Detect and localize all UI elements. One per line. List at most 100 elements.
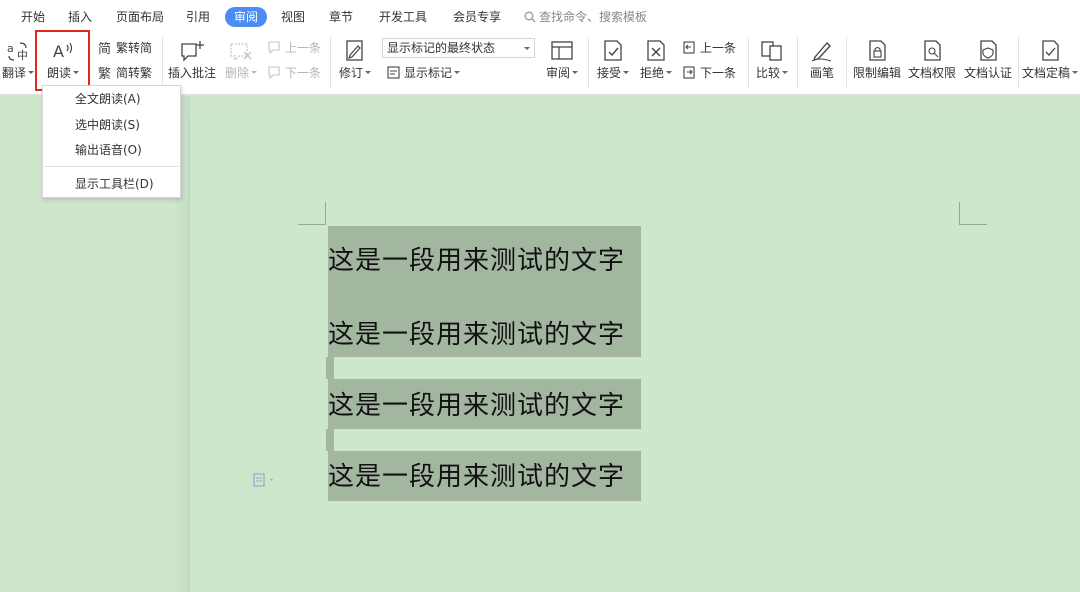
doc-certify-label: 文档认证 bbox=[963, 66, 1012, 80]
svg-text:繁: 繁 bbox=[98, 66, 111, 80]
tab-references[interactable]: 引用 bbox=[186, 9, 210, 25]
show-markup-label: 显示标记 bbox=[404, 66, 453, 80]
search-icon bbox=[524, 11, 536, 23]
restrict-edit-button[interactable]: 限制编辑 bbox=[851, 37, 903, 89]
doc-certify-button[interactable]: 文档认证 bbox=[962, 37, 1014, 89]
chevron-down-icon bbox=[623, 71, 629, 74]
revise-label: 修订 bbox=[338, 66, 363, 80]
read-aloud-highlight bbox=[35, 30, 90, 91]
simp-to-trad-button[interactable]: 繁简转繁 bbox=[98, 64, 152, 82]
review-pane-button[interactable]: 审阅 bbox=[543, 37, 581, 89]
next-change-icon bbox=[683, 66, 695, 79]
menu-item-export-audio[interactable]: 输出语音(O) bbox=[75, 142, 142, 158]
text-selection bbox=[326, 429, 334, 451]
translate-button[interactable]: a中 翻译 bbox=[2, 37, 35, 89]
tab-page-layout[interactable]: 页面布局 bbox=[116, 9, 164, 25]
lock-document-icon bbox=[869, 40, 886, 61]
tab-member[interactable]: 会员专享 bbox=[453, 9, 501, 25]
insert-comment-icon bbox=[181, 41, 204, 62]
document-paragraph[interactable]: 这是一段用来测试的文字 bbox=[328, 246, 625, 276]
reject-button[interactable]: 拒绝 bbox=[638, 37, 674, 89]
next-change-label: 下一条 bbox=[700, 66, 737, 80]
track-changes-button[interactable]: 修订 bbox=[336, 37, 374, 89]
command-search[interactable]: 查找命令、搜索模板 bbox=[524, 9, 647, 25]
doc-finalize-label: 文档定稿 bbox=[1022, 66, 1071, 80]
doc-permission-button[interactable]: 文档权限 bbox=[906, 37, 958, 89]
simp-trad-icon: 繁 bbox=[98, 66, 111, 80]
prev-comment-button[interactable]: 上一条 bbox=[267, 39, 321, 57]
doc-permission-icon bbox=[924, 40, 941, 61]
ribbon-divider bbox=[846, 37, 847, 89]
restrict-edit-label: 限制编辑 bbox=[852, 66, 901, 80]
next-comment-button[interactable]: 下一条 bbox=[267, 64, 321, 82]
tab-start[interactable]: 开始 bbox=[21, 9, 45, 25]
chevron-down-icon bbox=[251, 71, 257, 74]
show-markup-button[interactable]: 显示标记 bbox=[386, 64, 461, 82]
next-change-button[interactable]: 下一条 bbox=[682, 64, 736, 82]
prev-change-button[interactable]: 上一条 bbox=[682, 39, 736, 57]
read-aloud-dropdown: 全文朗读(A) 选中朗读(S) 输出语音(O) 显示工具栏(D) bbox=[42, 85, 181, 198]
tab-view[interactable]: 视图 bbox=[281, 9, 305, 25]
svg-text:中: 中 bbox=[17, 49, 28, 62]
tab-insert[interactable]: 插入 bbox=[68, 9, 92, 25]
accept-label: 接受 bbox=[596, 66, 621, 80]
crop-mark bbox=[959, 224, 987, 225]
prev-change-label: 上一条 bbox=[700, 41, 737, 55]
markup-mode-value: 显示标记的最终状态 bbox=[387, 41, 496, 55]
menu-item-show-toolbar[interactable]: 显示工具栏(D) bbox=[75, 176, 154, 192]
delete-comment-icon bbox=[230, 43, 252, 62]
tab-section[interactable]: 章节 bbox=[329, 9, 353, 25]
paste-options-icon bbox=[253, 473, 273, 487]
pen-button[interactable]: 画笔 bbox=[804, 37, 840, 89]
crop-mark bbox=[298, 224, 326, 225]
translate-icon: a中 bbox=[7, 42, 28, 62]
chevron-down-icon bbox=[782, 71, 788, 74]
ribbon-divider bbox=[748, 37, 749, 89]
chevron-down-icon bbox=[454, 71, 461, 74]
track-changes-icon bbox=[346, 40, 363, 61]
ribbon-divider bbox=[588, 37, 589, 89]
markup-mode-select[interactable]: 显示标记的最终状态 bbox=[382, 38, 535, 58]
document-paragraph[interactable]: 这是一段用来测试的文字 bbox=[328, 462, 625, 492]
chevron-down-icon bbox=[572, 71, 578, 74]
delete-comment-button[interactable]: 删除 bbox=[222, 37, 260, 89]
doc-permission-label: 文档权限 bbox=[907, 66, 956, 80]
pen-label: 画笔 bbox=[809, 66, 834, 80]
doc-certify-icon bbox=[980, 40, 997, 61]
crop-mark bbox=[959, 202, 960, 225]
document-paragraph[interactable]: 这是一段用来测试的文字 bbox=[328, 320, 625, 350]
menu-tab-bar: 开始 插入 页面布局 引用 审阅 视图 章节 开发工具 会员专享 查找命令、搜索… bbox=[0, 0, 1080, 33]
trad-simp-icon: 简 bbox=[98, 41, 111, 55]
ribbon-divider bbox=[1018, 37, 1019, 89]
menu-item-read-selection[interactable]: 选中朗读(S) bbox=[75, 117, 140, 133]
tab-developer[interactable]: 开发工具 bbox=[379, 9, 427, 25]
trad-to-simp-button[interactable]: 简繁转简 bbox=[98, 39, 152, 57]
tab-review[interactable]: 审阅 bbox=[225, 7, 268, 27]
pen-icon bbox=[811, 42, 832, 62]
document-paragraph[interactable]: 这是一段用来测试的文字 bbox=[328, 391, 625, 421]
compare-button[interactable]: 比较 bbox=[754, 37, 790, 89]
accept-button[interactable]: 接受 bbox=[595, 37, 631, 89]
doc-finalize-button[interactable]: 文档定稿 bbox=[1022, 37, 1079, 89]
prev-comment-icon bbox=[268, 41, 280, 55]
show-markup-icon bbox=[387, 66, 400, 79]
next-comment-icon bbox=[268, 66, 280, 80]
chevron-down-icon bbox=[28, 71, 35, 74]
chevron-down-icon bbox=[524, 47, 530, 50]
reject-icon bbox=[647, 40, 665, 61]
review-label: 审阅 bbox=[545, 66, 570, 80]
compare-label: 比较 bbox=[755, 66, 780, 80]
prev-comment-label: 上一条 bbox=[285, 41, 322, 55]
menu-item-read-all[interactable]: 全文朗读(A) bbox=[75, 91, 141, 107]
prev-change-icon bbox=[683, 41, 695, 54]
translate-label: 翻译 bbox=[2, 66, 27, 80]
compare-icon bbox=[761, 41, 782, 61]
reject-label: 拒绝 bbox=[639, 66, 664, 80]
delete-label: 删除 bbox=[224, 66, 249, 80]
svg-text:a: a bbox=[7, 42, 14, 55]
paste-options-button[interactable] bbox=[253, 472, 277, 491]
insert-comment-button[interactable]: 插入批注 bbox=[166, 37, 218, 89]
simp-to-trad-label: 简转繁 bbox=[116, 66, 153, 80]
insert-comment-label: 插入批注 bbox=[167, 66, 216, 80]
ribbon-divider bbox=[330, 37, 331, 89]
